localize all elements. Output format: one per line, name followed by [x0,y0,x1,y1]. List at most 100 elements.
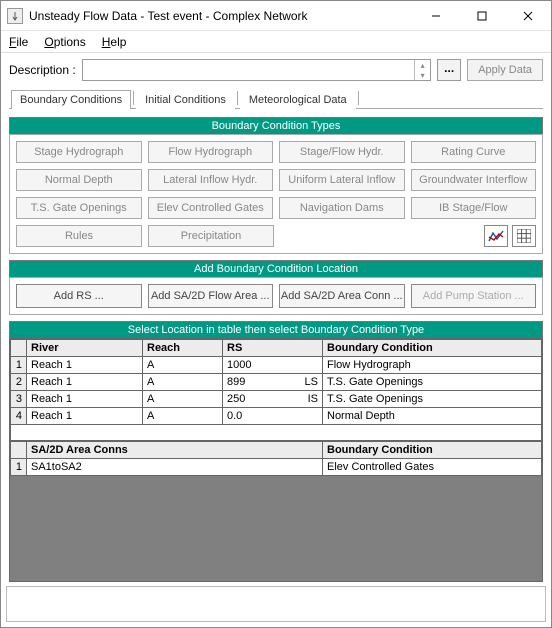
bc-cell[interactable]: T.S. Gate Openings [323,391,542,408]
col-sa2d-conn-header: SA/2D Area Conns [27,442,323,459]
reach-cell[interactable]: A [143,357,223,374]
apply-data-label: Apply Data [478,64,532,76]
menu-help[interactable]: Help [102,35,127,49]
button-label: Add Pump Station ... [423,290,524,302]
reach-cell[interactable]: A [143,408,223,425]
bc-types-title: Boundary Condition Types [9,117,543,134]
rs-cell[interactable]: 250IS [223,391,323,408]
window-title: Unsteady Flow Data - Test event - Comple… [29,9,413,23]
table-header-row: SA/2D Area Conns Boundary Condition [11,442,542,459]
conn-name-cell[interactable]: SA1toSA2 [27,459,323,476]
close-button[interactable] [505,1,551,31]
rs-suffix: IS [308,392,318,406]
tab-meteorological-data[interactable]: Meteorological Data [240,90,356,109]
reach-cell[interactable]: A [143,391,223,408]
rs-value: 0.0 [227,410,242,422]
row-number: 4 [11,408,27,425]
minimize-button[interactable] [413,1,459,31]
add-sa2d-flow-area-button[interactable]: Add SA/2D Flow Area ... [148,284,274,308]
grid-wrap: River Reach RS Boundary Condition 1 Reac… [9,338,543,582]
maximize-button[interactable] [459,1,505,31]
bc-cell[interactable]: T.S. Gate Openings [323,374,542,391]
bc-groundwater-interflow-button[interactable]: Groundwater Interflow [411,169,537,191]
bc-stage-hydrograph-button[interactable]: Stage Hydrograph [16,141,142,163]
river-cell[interactable]: Reach 1 [27,391,143,408]
description-field-wrap: ▴ ▾ [82,59,431,81]
reach-cell[interactable]: A [143,374,223,391]
rs-cell[interactable]: 0.0 [223,408,323,425]
col-river-header: River [27,340,143,357]
bc-uniform-lateral-inflow-button[interactable]: Uniform Lateral Inflow [279,169,405,191]
button-label: Add RS ... [54,290,104,302]
apply-data-button[interactable]: Apply Data [467,59,543,81]
add-rs-button[interactable]: Add RS ... [16,284,142,308]
river-cell[interactable]: Reach 1 [27,374,143,391]
bc-lateral-inflow-button[interactable]: Lateral Inflow Hydr. [148,169,274,191]
description-input[interactable] [83,60,412,80]
menu-bar: File Options Help [1,31,551,53]
bc-ts-gate-openings-button[interactable]: T.S. Gate Openings [16,197,142,219]
bc-elev-controlled-gates-button[interactable]: Elev Controlled Gates [148,197,274,219]
table-icon-button[interactable] [512,225,536,247]
table-header-row: River Reach RS Boundary Condition [11,340,542,357]
description-spinner[interactable]: ▴ ▾ [414,60,430,80]
add-location-title: Add Boundary Condition Location [9,260,543,277]
add-sa2d-area-conn-button[interactable]: Add SA/2D Area Conn ... [279,284,405,308]
add-location-body: Add RS ... Add SA/2D Flow Area ... Add S… [9,277,543,315]
tab-bar: Boundary Conditions Initial Conditions M… [1,87,551,109]
rs-cell[interactable]: 899LS [223,374,323,391]
rs-suffix: LS [305,375,318,389]
tab-separator [237,91,238,105]
river-reach-table[interactable]: River Reach RS Boundary Condition 1 Reac… [10,339,542,441]
button-label: Lateral Inflow Hydr. [163,174,257,186]
tab-separator [133,91,134,105]
col-bc-header: Boundary Condition [323,340,542,357]
button-label: Precipitation [181,230,242,242]
tab-boundary-conditions[interactable]: Boundary Conditions [11,90,131,109]
col-num-header [11,340,27,357]
bc-cell[interactable]: Normal Depth [323,408,542,425]
row-number: 1 [11,357,27,374]
description-label: Description : [9,63,76,77]
sa2d-conn-table[interactable]: SA/2D Area Conns Boundary Condition 1 SA… [10,441,542,476]
col-bc-header: Boundary Condition [323,442,542,459]
plot-icon-button[interactable] [484,225,508,247]
rs-cell[interactable]: 1000 [223,357,323,374]
status-bar [5,585,547,623]
table-row[interactable]: 1 SA1toSA2 Elev Controlled Gates [11,459,542,476]
table-row[interactable]: 2 Reach 1 A 899LS T.S. Gate Openings [11,374,542,391]
bc-ib-stage-flow-button[interactable]: IB Stage/Flow [411,197,537,219]
bc-cell[interactable]: Flow Hydrograph [323,357,542,374]
river-cell[interactable]: Reach 1 [27,357,143,374]
ellipsis-icon: ... [444,61,454,75]
grid-title: Select Location in table then select Bou… [9,321,543,338]
tab-label: Initial Conditions [145,94,226,106]
menu-file[interactable]: File [9,35,28,49]
description-row: Description : ▴ ▾ ... Apply Data [1,53,551,87]
bc-normal-depth-button[interactable]: Normal Depth [16,169,142,191]
row-number: 3 [11,391,27,408]
tab-label: Boundary Conditions [20,94,122,106]
bc-rating-curve-button[interactable]: Rating Curve [411,141,537,163]
menu-options[interactable]: Options [44,35,85,49]
bc-flow-hydrograph-button[interactable]: Flow Hydrograph [148,141,274,163]
chevron-down-icon: ▾ [415,70,430,80]
button-label: Normal Depth [45,174,113,186]
bc-stage-flow-hydr-button[interactable]: Stage/Flow Hydr. [279,141,405,163]
tab-initial-conditions[interactable]: Initial Conditions [136,90,235,109]
button-label: IB Stage/Flow [439,202,507,214]
col-rs-header: RS [223,340,323,357]
description-browse-button[interactable]: ... [437,59,461,81]
table-row[interactable]: 1 Reach 1 A 1000 Flow Hydrograph [11,357,542,374]
bc-navigation-dams-button[interactable]: Navigation Dams [279,197,405,219]
river-cell[interactable]: Reach 1 [27,408,143,425]
button-label: Elev Controlled Gates [157,202,264,214]
bc-rules-button[interactable]: Rules [16,225,142,247]
tab-panel: Boundary Condition Types Stage Hydrograp… [1,109,551,590]
table-row[interactable]: 3 Reach 1 A 250IS T.S. Gate Openings [11,391,542,408]
bc-precipitation-button[interactable]: Precipitation [148,225,274,247]
add-pump-station-button[interactable]: Add Pump Station ... [411,284,537,308]
table-row[interactable]: 4 Reach 1 A 0.0 Normal Depth [11,408,542,425]
bc-cell[interactable]: Elev Controlled Gates [323,459,542,476]
plot-icon [488,229,504,243]
